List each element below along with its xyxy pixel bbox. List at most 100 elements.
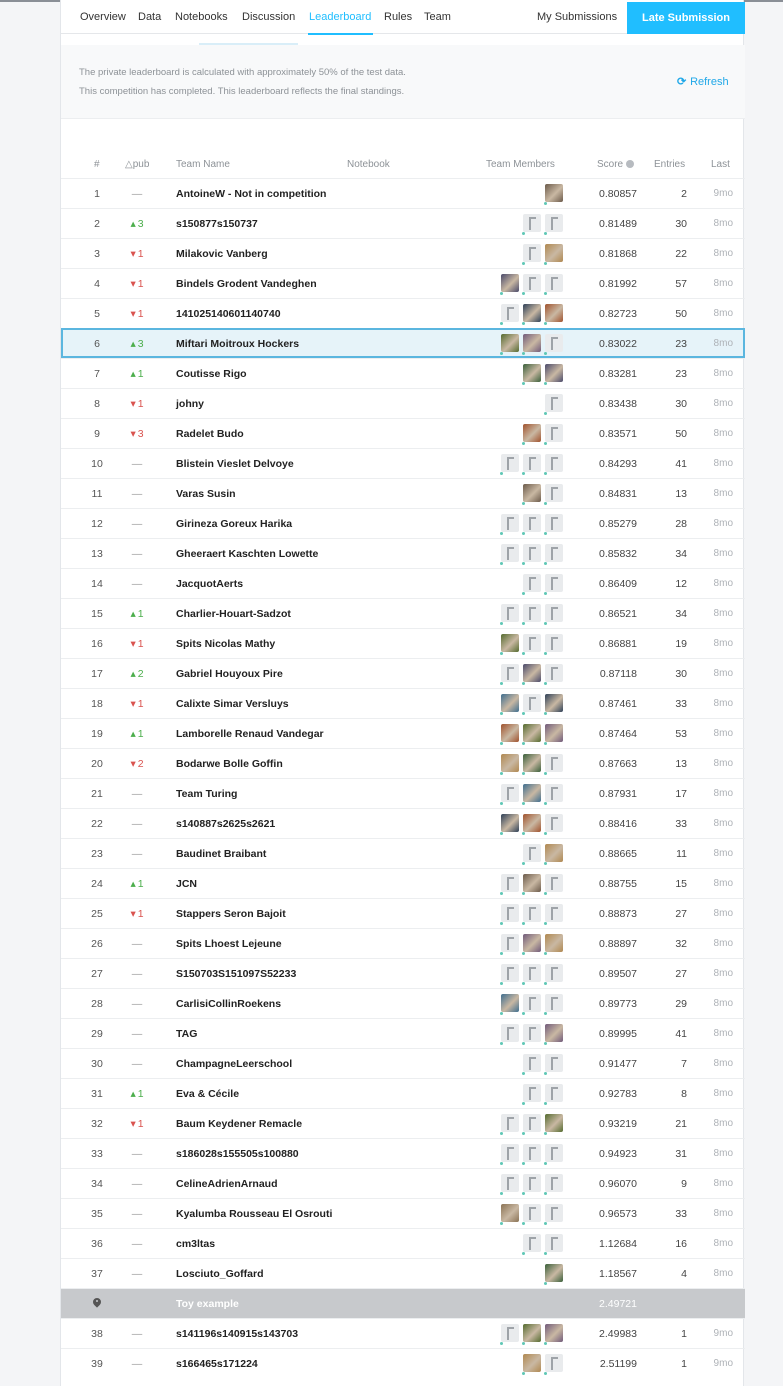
- help-icon[interactable]: [625, 160, 634, 168]
- member-avatar[interactable]: [544, 694, 563, 715]
- member-avatar[interactable]: [522, 1024, 541, 1045]
- member-avatar[interactable]: [500, 1174, 519, 1195]
- member-avatar[interactable]: [544, 844, 563, 865]
- team-name-link[interactable]: Gabriel Houyoux Pire: [176, 668, 283, 680]
- team-name-link[interactable]: TAG: [176, 1028, 197, 1040]
- my-submissions-link[interactable]: My Submissions: [537, 11, 617, 23]
- team-name-link[interactable]: Eva & Cécile: [176, 1088, 239, 1100]
- team-name-link[interactable]: ChampagneLeerschool: [176, 1058, 292, 1070]
- member-avatar[interactable]: [522, 514, 541, 535]
- member-avatar[interactable]: [544, 1144, 563, 1165]
- team-name-link[interactable]: Baudinet Braibant: [176, 848, 266, 860]
- team-name-link[interactable]: Losciuto_Goffard: [176, 1268, 264, 1280]
- member-avatar[interactable]: [522, 634, 541, 655]
- member-avatar[interactable]: [522, 1204, 541, 1225]
- member-avatar[interactable]: [522, 844, 541, 865]
- tab-team[interactable]: Team: [424, 11, 451, 23]
- member-avatar[interactable]: [522, 544, 541, 565]
- member-avatar[interactable]: [544, 664, 563, 685]
- member-avatar[interactable]: [522, 1234, 541, 1255]
- member-avatar[interactable]: [522, 1144, 541, 1165]
- member-avatar[interactable]: [500, 934, 519, 955]
- team-name-link[interactable]: Stappers Seron Bajoit: [176, 908, 286, 920]
- member-avatar[interactable]: [522, 874, 541, 895]
- member-avatar[interactable]: [544, 1174, 563, 1195]
- member-avatar[interactable]: [500, 1144, 519, 1165]
- team-name-link[interactable]: Coutisse Rigo: [176, 368, 247, 380]
- member-avatar[interactable]: [544, 604, 563, 625]
- member-avatar[interactable]: [522, 424, 541, 445]
- team-name-link[interactable]: Varas Susin: [176, 488, 236, 500]
- team-name-link[interactable]: Blistein Vieslet Delvoye: [176, 458, 294, 470]
- member-avatar[interactable]: [500, 784, 519, 805]
- team-name-link[interactable]: Calixte Simar Versluys: [176, 698, 289, 710]
- member-avatar[interactable]: [544, 274, 563, 295]
- member-avatar[interactable]: [500, 1204, 519, 1225]
- member-avatar[interactable]: [544, 454, 563, 475]
- team-name-link[interactable]: Milakovic Vanberg: [176, 248, 268, 260]
- member-avatar[interactable]: [544, 424, 563, 445]
- member-avatar[interactable]: [544, 1234, 563, 1255]
- member-avatar[interactable]: [522, 934, 541, 955]
- member-avatar[interactable]: [544, 214, 563, 235]
- tab-overview[interactable]: Overview: [80, 11, 126, 23]
- member-avatar[interactable]: [544, 754, 563, 775]
- member-avatar[interactable]: [544, 1024, 563, 1045]
- team-name-link[interactable]: Team Turing: [176, 788, 237, 800]
- member-avatar[interactable]: [522, 784, 541, 805]
- member-avatar[interactable]: [522, 484, 541, 505]
- team-name-link[interactable]: Baum Keydener Remacle: [176, 1118, 302, 1130]
- member-avatar[interactable]: [544, 184, 563, 205]
- member-avatar[interactable]: [544, 1114, 563, 1135]
- team-name-link[interactable]: Lamborelle Renaud Vandegar: [176, 728, 324, 740]
- team-name-link[interactable]: Bodarwe Bolle Goffin: [176, 758, 283, 770]
- team-name-link[interactable]: Girineza Goreux Harika: [176, 518, 292, 530]
- late-submission-button[interactable]: Late Submission: [627, 2, 745, 34]
- team-name-link[interactable]: s186028s155505s100880: [176, 1148, 299, 1160]
- team-name-link[interactable]: CarlisiCollinRoekens: [176, 998, 281, 1010]
- member-avatar[interactable]: [522, 274, 541, 295]
- member-avatar[interactable]: [544, 1354, 563, 1375]
- member-avatar[interactable]: [544, 394, 563, 415]
- member-avatar[interactable]: [500, 814, 519, 835]
- member-avatar[interactable]: [522, 724, 541, 745]
- member-avatar[interactable]: [500, 634, 519, 655]
- member-avatar[interactable]: [544, 514, 563, 535]
- team-name-link[interactable]: Spits Nicolas Mathy: [176, 638, 275, 650]
- team-name-link[interactable]: Radelet Budo: [176, 428, 244, 440]
- member-avatar[interactable]: [522, 304, 541, 325]
- member-avatar[interactable]: [544, 334, 563, 355]
- member-avatar[interactable]: [500, 274, 519, 295]
- team-name-link[interactable]: s166465s171224: [176, 1358, 258, 1370]
- member-avatar[interactable]: [522, 1054, 541, 1075]
- member-avatar[interactable]: [544, 724, 563, 745]
- team-name-link[interactable]: johny: [176, 398, 204, 410]
- member-avatar[interactable]: [500, 604, 519, 625]
- member-avatar[interactable]: [544, 784, 563, 805]
- member-avatar[interactable]: [522, 1354, 541, 1375]
- team-name-link[interactable]: 141025140601140740: [176, 308, 281, 320]
- team-name-link[interactable]: S150703S151097S52233: [176, 968, 296, 980]
- team-name-link[interactable]: Miftari Moitroux Hockers: [176, 338, 299, 350]
- member-avatar[interactable]: [522, 574, 541, 595]
- member-avatar[interactable]: [500, 454, 519, 475]
- member-avatar[interactable]: [522, 214, 541, 235]
- member-avatar[interactable]: [500, 304, 519, 325]
- member-avatar[interactable]: [544, 1054, 563, 1075]
- tab-notebooks[interactable]: Notebooks: [175, 11, 228, 23]
- member-avatar[interactable]: [544, 634, 563, 655]
- member-avatar[interactable]: [522, 604, 541, 625]
- member-avatar[interactable]: [544, 574, 563, 595]
- member-avatar[interactable]: [544, 364, 563, 385]
- member-avatar[interactable]: [544, 904, 563, 925]
- member-avatar[interactable]: [500, 754, 519, 775]
- member-avatar[interactable]: [544, 304, 563, 325]
- member-avatar[interactable]: [500, 544, 519, 565]
- member-avatar[interactable]: [544, 1264, 563, 1285]
- team-name-link[interactable]: JCN: [176, 878, 197, 890]
- team-name-link[interactable]: Bindels Grodent Vandeghen: [176, 278, 317, 290]
- team-name-link[interactable]: Spits Lhoest Lejeune: [176, 938, 282, 950]
- team-name-link[interactable]: CelineAdrienArnaud: [176, 1178, 278, 1190]
- member-avatar[interactable]: [500, 874, 519, 895]
- member-avatar[interactable]: [522, 454, 541, 475]
